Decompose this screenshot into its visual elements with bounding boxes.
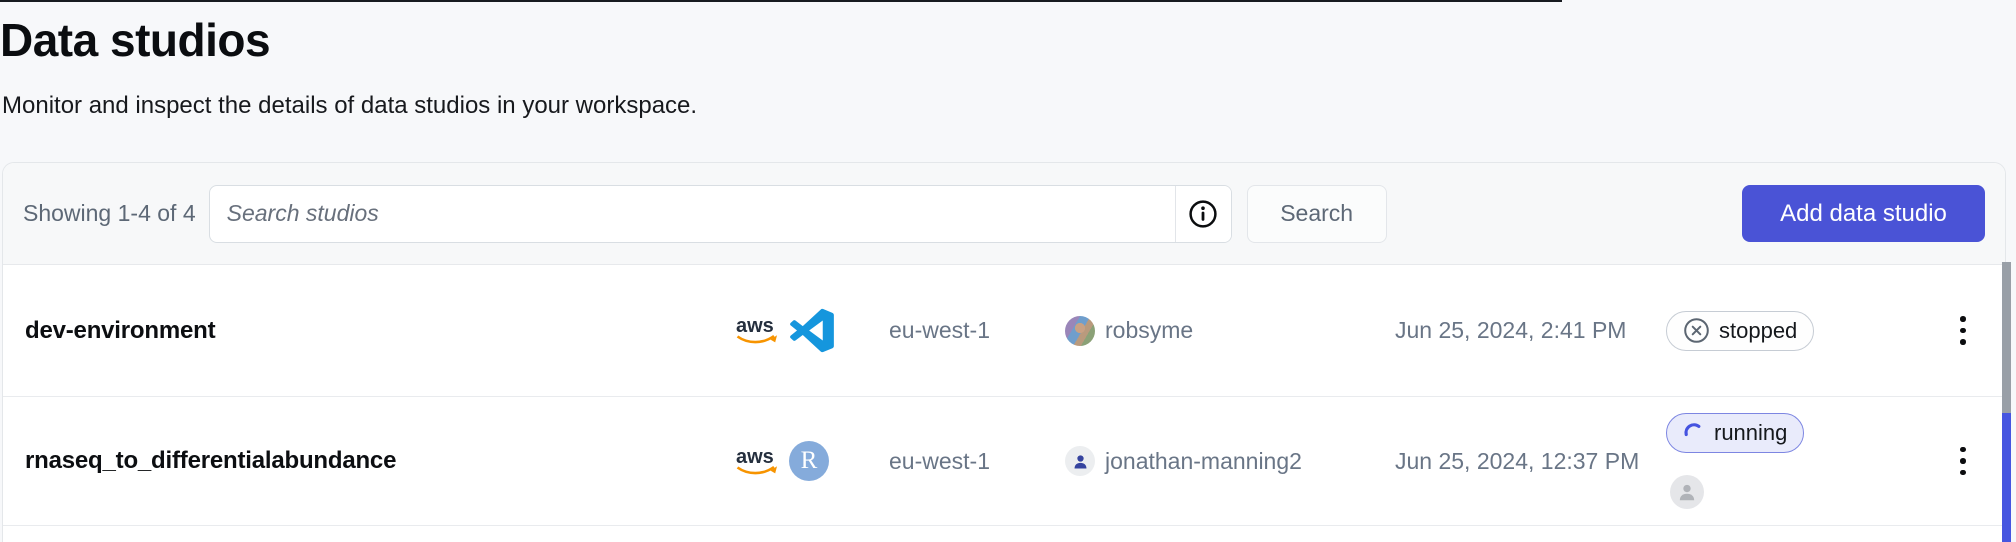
toolbar: Showing 1-4 of 4 Search Add data studio	[3, 163, 2005, 265]
studio-name-link[interactable]: rnaseq_to_differentialabundance	[25, 447, 396, 475]
page-title: Data studios	[0, 14, 270, 67]
person-silhouette-icon	[1674, 479, 1700, 505]
created-date: Jun 25, 2024, 12:37 PM	[1395, 448, 1639, 475]
circle-x-icon	[1683, 317, 1710, 344]
person-icon	[1070, 451, 1091, 472]
table-row-partial	[3, 526, 2005, 542]
spinner-icon	[1683, 422, 1705, 444]
scrollbar-segment[interactable]	[2002, 413, 2011, 542]
placeholder-avatar	[1670, 475, 1704, 509]
scrollbar-thumb[interactable]	[2002, 262, 2011, 413]
svg-text:aws: aws	[736, 315, 774, 337]
status-badge: running	[1666, 413, 1804, 453]
status-stack: running	[1666, 413, 1804, 509]
aws-icon: aws	[734, 446, 781, 477]
page-subtitle: Monitor and inspect the details of data …	[2, 90, 697, 121]
search-input[interactable]	[210, 186, 1175, 242]
region-label: eu-west-1	[889, 317, 990, 344]
user-avatar	[1065, 446, 1095, 476]
search-group	[209, 185, 1232, 243]
created-date: Jun 25, 2024, 2:41 PM	[1395, 317, 1626, 344]
search-info-button[interactable]	[1175, 186, 1231, 242]
vscode-icon	[789, 308, 834, 353]
svg-text:aws: aws	[736, 446, 774, 468]
user-name: robsyme	[1105, 317, 1193, 344]
status-badge: stopped	[1666, 311, 1814, 351]
search-button[interactable]: Search	[1247, 185, 1387, 243]
table-row[interactable]: rnaseq_to_differentialabundance aws R eu…	[3, 397, 2005, 526]
rstudio-icon: R	[789, 441, 829, 481]
studio-name-link[interactable]: dev-environment	[25, 317, 215, 345]
table-row[interactable]: dev-environment aws eu-west-1	[3, 265, 2005, 397]
top-edge-line	[0, 0, 1562, 2]
studios-card: Showing 1-4 of 4 Search Add data studio …	[2, 162, 2006, 542]
user-avatar	[1065, 316, 1095, 346]
status-label: running	[1714, 420, 1787, 446]
add-data-studio-button[interactable]: Add data studio	[1742, 185, 1985, 242]
data-studios-screen: Data studios Monitor and inspect the det…	[0, 0, 2016, 542]
status-label: stopped	[1719, 318, 1797, 344]
aws-icon: aws	[734, 315, 781, 346]
user-name: jonathan-manning2	[1105, 448, 1302, 475]
kebab-menu[interactable]	[1952, 439, 1974, 484]
results-count: Showing 1-4 of 4	[23, 200, 196, 227]
kebab-menu[interactable]	[1952, 308, 1974, 353]
region-label: eu-west-1	[889, 448, 990, 475]
info-circle-icon	[1188, 199, 1218, 229]
